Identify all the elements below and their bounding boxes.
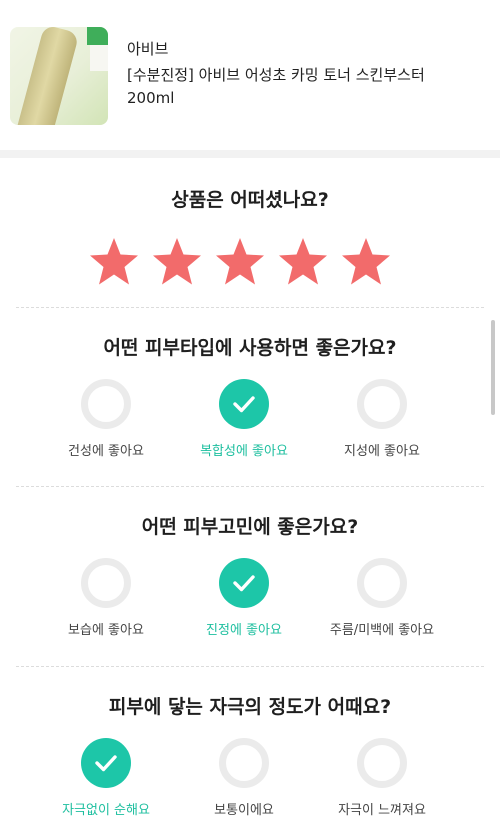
irritation-option-normal[interactable]: 보통이에요: [169, 738, 319, 818]
rating-title: 상품은 어떠셨나요?: [171, 189, 329, 211]
skin-concern-title: 어떤 피부고민에 좋은가요?: [141, 516, 359, 538]
product-label-tag: [87, 27, 108, 45]
radio-unchecked-icon[interactable]: [81, 558, 131, 608]
scrollbar[interactable]: [491, 320, 495, 415]
product-summary: 아비브 [수분진정] 아비브 어성초 카밍 토너 스킨부스터 200ml: [0, 0, 500, 150]
option-label: 자극없이 순해요: [62, 803, 150, 818]
option-label: 보통이에요: [214, 803, 274, 818]
option-label: 보습에 좋아요: [68, 623, 144, 638]
skin-type-title: 어떤 피부타입에 사용하면 좋은가요?: [103, 337, 397, 359]
product-name: [수분진정] 아비브 어성초 카밍 토너 스킨부스터 200ml: [127, 66, 425, 107]
star-icon-2[interactable]: [151, 236, 203, 286]
skin-type-option-dry[interactable]: 건성에 좋아요: [31, 379, 181, 459]
product-image: [10, 27, 108, 125]
dashed-divider: [16, 486, 484, 487]
option-label: 건성에 좋아요: [68, 444, 144, 459]
checkmark-icon: [233, 396, 255, 413]
star-icon-1[interactable]: [88, 236, 140, 286]
option-label: 지성에 좋아요: [344, 444, 420, 459]
skin-type-option-oily[interactable]: 지성에 좋아요: [307, 379, 457, 459]
radio-unchecked-icon[interactable]: [81, 379, 131, 429]
skin-concern-option-moisture[interactable]: 보습에 좋아요: [31, 558, 181, 638]
checkmark-icon: [233, 575, 255, 592]
radio-unchecked-icon[interactable]: [357, 379, 407, 429]
product-label-sticker: [90, 45, 108, 71]
skin-concern-option-soothing[interactable]: 진정에 좋아요: [169, 558, 319, 638]
star-icon-5[interactable]: [340, 236, 392, 286]
check-circle-icon[interactable]: [81, 738, 131, 788]
option-label: 자극이 느껴져요: [338, 803, 426, 818]
dashed-divider: [16, 666, 484, 667]
radio-unchecked-icon[interactable]: [219, 738, 269, 788]
irritation-title: 피부에 닿는 자극의 정도가 어때요?: [108, 696, 392, 718]
checkmark-icon: [95, 755, 117, 772]
irritation-option-irritating[interactable]: 자극이 느껴져요: [307, 738, 457, 818]
option-label: 복합성에 좋아요: [200, 444, 288, 459]
star-icon-4[interactable]: [277, 236, 329, 286]
irritation-option-gentle[interactable]: 자극없이 순해요: [31, 738, 181, 818]
star-rating[interactable]: [88, 236, 408, 286]
radio-unchecked-icon[interactable]: [357, 738, 407, 788]
option-label: 진정에 좋아요: [206, 623, 282, 638]
check-circle-icon[interactable]: [219, 558, 269, 608]
dashed-divider: [16, 307, 484, 308]
check-circle-icon[interactable]: [219, 379, 269, 429]
radio-unchecked-icon[interactable]: [357, 558, 407, 608]
section-divider: [0, 150, 500, 158]
skin-concern-option-wrinkle-whitening[interactable]: 주름/미백에 좋아요: [307, 558, 457, 638]
star-icon-3[interactable]: [214, 236, 266, 286]
product-brand: 아비브: [127, 40, 169, 58]
toner-bottle-image: [14, 27, 80, 125]
option-label: 주름/미백에 좋아요: [329, 623, 435, 638]
skin-type-option-combination[interactable]: 복합성에 좋아요: [169, 379, 319, 459]
